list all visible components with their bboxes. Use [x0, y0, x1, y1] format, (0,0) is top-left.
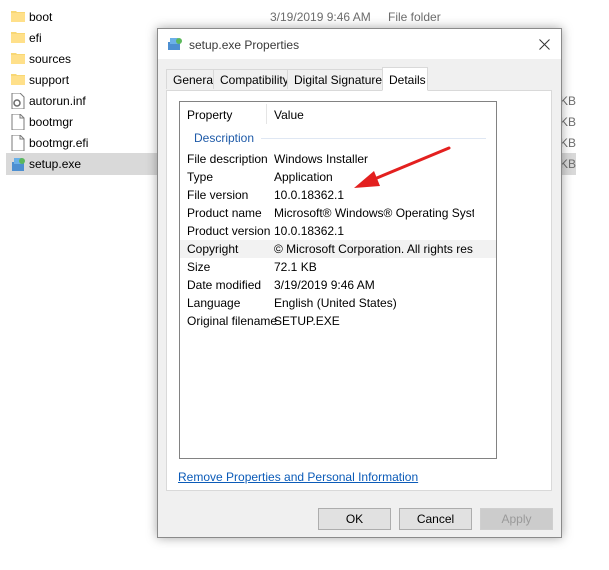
details-list[interactable]: Property Value Description File descript…	[179, 101, 497, 459]
file-icon	[11, 114, 25, 130]
file-name: boot	[29, 10, 53, 24]
details-panel: Property Value Description File descript…	[166, 90, 552, 491]
detail-row[interactable]: Product version 10.0.18362.1	[180, 222, 496, 240]
file-name: support	[29, 73, 70, 87]
folder-icon	[11, 51, 25, 67]
tab-digital-signatures[interactable]: Digital Signatures	[287, 69, 388, 89]
property-name: Type	[187, 170, 214, 184]
title-bar[interactable]: setup.exe Properties	[158, 29, 561, 59]
column-value[interactable]: Value	[274, 108, 304, 122]
file-size: KB	[560, 136, 577, 150]
tab-compatibility[interactable]: Compatibility	[213, 69, 289, 89]
detail-row[interactable]: Product name Microsoft® Windows® Operati…	[180, 204, 496, 222]
detail-row[interactable]: Type Application	[180, 168, 496, 186]
property-value: 10.0.18362.1	[274, 224, 345, 238]
detail-row[interactable]: Date modified 3/19/2019 9:46 AM	[180, 276, 496, 294]
ok-button[interactable]: OK	[318, 508, 391, 530]
property-name: Product version	[187, 224, 271, 238]
property-value: © Microsoft Corporation. All rights res.…	[274, 242, 474, 256]
property-name: Copyright	[187, 242, 239, 256]
tab-general[interactable]: General	[166, 69, 216, 89]
file-name: efi	[29, 31, 42, 45]
property-name: File description	[187, 152, 268, 166]
section-divider	[261, 138, 486, 139]
property-value: 10.0.18362.1	[274, 188, 345, 202]
column-property[interactable]: Property	[187, 108, 232, 122]
dialog-title: setup.exe Properties	[189, 38, 300, 52]
property-name: Size	[187, 260, 211, 274]
property-name: Original filename	[187, 314, 278, 328]
detail-row[interactable]: File description Windows Installer	[180, 150, 496, 168]
property-value: Application	[274, 170, 333, 184]
property-value: SETUP.EXE	[274, 314, 340, 328]
file-size: KB	[560, 94, 577, 108]
property-value: 3/19/2019 9:46 AM	[274, 278, 375, 292]
property-name: Date modified	[187, 278, 262, 292]
apply-button[interactable]: Apply	[480, 508, 553, 530]
file-name: autorun.inf	[29, 94, 86, 108]
remove-properties-link[interactable]: Remove Properties and Personal Informati…	[178, 470, 418, 484]
column-separator[interactable]	[266, 104, 267, 124]
property-value: English (United States)	[274, 296, 397, 310]
setup-exe-icon	[11, 156, 25, 172]
property-name: Language	[187, 296, 241, 310]
file-row-boot[interactable]: boot 3/19/2019 9:46 AM File folder	[6, 6, 576, 28]
file-name: bootmgr	[29, 115, 74, 129]
property-name: Product name	[187, 206, 262, 220]
close-icon	[538, 38, 550, 50]
folder-icon	[11, 72, 25, 88]
properties-dialog: setup.exe Properties General Compatibili…	[157, 28, 562, 538]
property-value: Microsoft® Windows® Operating Syst...	[274, 206, 474, 220]
folder-icon	[11, 30, 25, 46]
detail-row[interactable]: Original filename SETUP.EXE	[180, 312, 496, 330]
detail-row[interactable]: Copyright © Microsoft Corporation. All r…	[180, 240, 496, 258]
detail-row[interactable]: Language English (United States)	[180, 294, 496, 312]
file-date: 3/19/2019 9:46 AM	[270, 10, 371, 24]
section-description: Description	[194, 131, 255, 145]
property-value: Windows Installer	[274, 152, 369, 166]
property-value: 72.1 KB	[274, 260, 317, 274]
file-name: bootmgr.efi	[29, 136, 89, 150]
cancel-button[interactable]: Cancel	[399, 508, 472, 530]
detail-row[interactable]: Size 72.1 KB	[180, 258, 496, 276]
file-size: KB	[560, 157, 577, 171]
close-button[interactable]	[527, 29, 561, 59]
settings-file-icon	[11, 93, 25, 109]
file-name: setup.exe	[29, 157, 82, 171]
column-header: Property Value	[180, 102, 496, 126]
file-icon	[11, 135, 25, 151]
folder-icon	[11, 9, 25, 25]
tab-details[interactable]: Details	[382, 67, 428, 91]
setup-exe-icon	[167, 37, 183, 51]
detail-row[interactable]: File version 10.0.18362.1	[180, 186, 496, 204]
file-size: KB	[560, 115, 577, 129]
file-type: File folder	[388, 10, 441, 24]
file-name: sources	[29, 52, 72, 66]
property-name: File version	[187, 188, 249, 202]
